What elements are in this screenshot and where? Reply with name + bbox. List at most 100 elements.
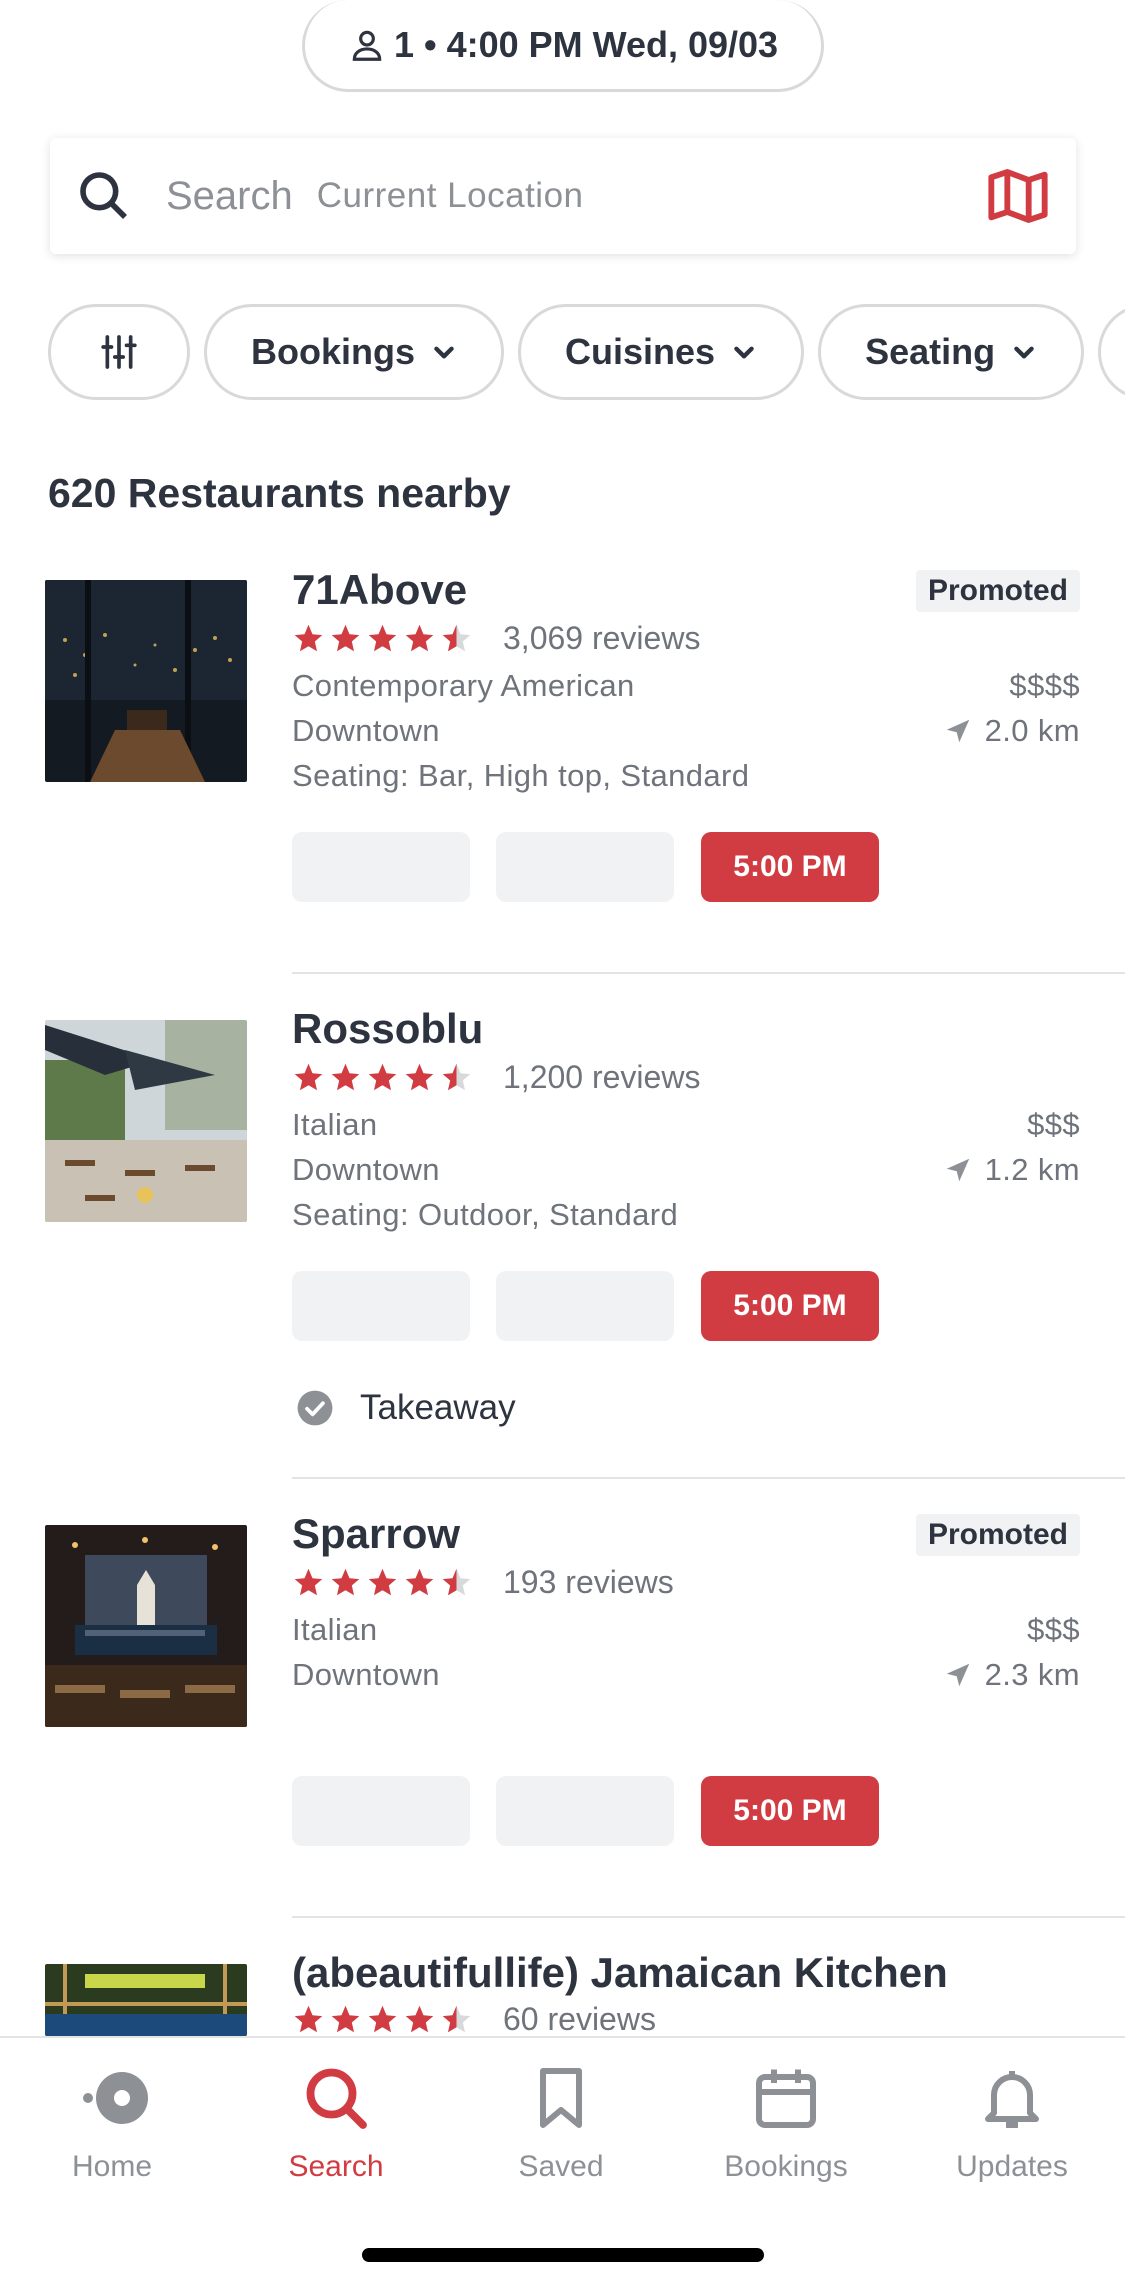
rating-row: 1,200 reviews (292, 1059, 700, 1096)
takeaway-label: Takeaway (360, 1388, 516, 1427)
star-icon (331, 1568, 360, 1596)
rating-row: 3,069 reviews (292, 620, 700, 657)
half-star-icon (442, 1568, 471, 1596)
star-icon (294, 624, 323, 652)
filter-chips: Bookings Cuisines Seating (48, 304, 1125, 400)
restaurant-name[interactable]: (abeautifullife) Jamaican Kitchen (292, 1949, 948, 1997)
search-label: Search (166, 173, 293, 218)
home-dot-icon (83, 2072, 148, 2124)
star-rating (292, 2003, 473, 2036)
bottom-tab-bar: Home Search Saved Bookings Updates (0, 2036, 1125, 2284)
half-star-icon (442, 1063, 471, 1091)
star-icon (368, 1568, 397, 1596)
divider (292, 1916, 1125, 1918)
location-arrow-icon (946, 719, 969, 743)
promoted-badge: Promoted (915, 1514, 1080, 1556)
seating-text: Seating: Outdoor, Standard (292, 1197, 679, 1232)
neighborhood-text: Downtown (292, 713, 440, 748)
star-icon (294, 2005, 323, 2033)
price-value: $$$$ (1009, 668, 1080, 703)
divider (292, 1477, 1125, 1479)
star-rating (292, 1061, 473, 1094)
star-rating (292, 622, 473, 655)
star-icon (294, 1063, 323, 1091)
star-icon (405, 1063, 434, 1091)
price-text: $$$$ (1009, 668, 1080, 704)
star-icon (331, 624, 360, 652)
star-rating (292, 1566, 473, 1599)
time-slot-empty (496, 1776, 674, 1846)
time-slot-empty (292, 832, 470, 902)
filter-settings-button[interactable] (48, 304, 190, 400)
search-bar[interactable]: Search Current Location (50, 138, 1076, 254)
star-icon (368, 1063, 397, 1091)
restaurant-photo (45, 1964, 247, 2036)
star-icon (331, 2005, 360, 2033)
tab-label: Bookings (724, 2150, 848, 2183)
star-icon (368, 2005, 397, 2033)
rating-row: 193 reviews (292, 1564, 674, 1601)
promoted-badge: Promoted (915, 570, 1080, 612)
tab-home[interactable]: Home (22, 2062, 202, 2184)
check-circle-icon (297, 1390, 333, 1426)
star-icon (331, 1063, 360, 1091)
cuisine-text: Contemporary American (292, 668, 635, 703)
time-slot-button[interactable]: 5:00 PM (701, 1776, 879, 1846)
distance-value: 2.3 km (984, 1657, 1080, 1692)
half-star-icon (442, 2005, 471, 2033)
review-count: 60 reviews (503, 2003, 656, 2036)
divider (292, 972, 1125, 974)
restaurant-photo (45, 1020, 247, 1222)
review-count: 1,200 reviews (503, 1059, 701, 1095)
tab-search[interactable]: Search (246, 2062, 426, 2184)
tab-saved[interactable]: Saved (471, 2062, 651, 2184)
star-icon (405, 1568, 434, 1596)
filter-chip-label: Seating (865, 331, 996, 372)
tab-label: Search (288, 2150, 384, 2183)
neighborhood-text: Downtown (292, 1657, 440, 1692)
restaurant-photo (45, 1525, 247, 1727)
takeaway-tag: Takeaway (296, 1388, 516, 1428)
cuisine-text: Italian (292, 1107, 378, 1142)
chevron-down-icon (1014, 346, 1034, 359)
tab-label: Updates (956, 2150, 1068, 2183)
distance-text: 2.0 km (943, 713, 1080, 749)
tab-label: Saved (518, 2150, 604, 2183)
filter-chip-seating[interactable]: Seating (818, 304, 1085, 400)
restaurant-photo (45, 580, 247, 782)
tab-label: Home (71, 2150, 153, 2183)
seating-text: Seating: Bar, High top, Standard (292, 758, 750, 793)
time-slot-empty (496, 1271, 674, 1341)
half-star-icon (442, 624, 471, 652)
filter-chip-bookings[interactable]: Bookings (204, 304, 505, 400)
search-icon (306, 2068, 367, 2129)
distance-value: 2.0 km (984, 713, 1080, 748)
price-text: $$$ (1027, 1107, 1080, 1143)
price-value: $$$ (1027, 1612, 1080, 1647)
price-value: $$$ (1027, 1107, 1080, 1142)
tab-updates[interactable]: Updates (922, 2062, 1102, 2184)
price-text: $$$ (1027, 1612, 1080, 1648)
cuisine-text: Italian (292, 1612, 378, 1647)
time-slot-button[interactable]: 5:00 PM (701, 832, 879, 902)
restaurant-name[interactable]: Rossoblu (292, 1005, 483, 1053)
person-icon (352, 30, 382, 61)
star-icon (294, 1568, 323, 1596)
filter-chip-label: Cuisines (565, 331, 716, 372)
star-icon (405, 2005, 434, 2033)
review-count: 193 reviews (503, 1564, 674, 1600)
chevron-down-icon (734, 346, 754, 359)
calendar-icon (756, 2069, 816, 2128)
time-slot-button[interactable]: 5:00 PM (701, 1271, 879, 1341)
restaurant-name[interactable]: 71Above (292, 566, 467, 614)
filter-chip-cuisines[interactable]: Cuisines (518, 304, 805, 400)
time-slot-empty (292, 1271, 470, 1341)
party-time-selector[interactable]: 1 • 4:00 PM Wed, 09/03 (302, 0, 824, 92)
tab-bookings[interactable]: Bookings (696, 2062, 876, 2184)
bell-icon (985, 2071, 1039, 2128)
search-icon (80, 172, 127, 219)
star-icon (405, 624, 434, 652)
filter-chip-more[interactable] (1098, 304, 1125, 400)
restaurant-name[interactable]: Sparrow (292, 1510, 460, 1558)
map-icon[interactable] (986, 164, 1050, 228)
